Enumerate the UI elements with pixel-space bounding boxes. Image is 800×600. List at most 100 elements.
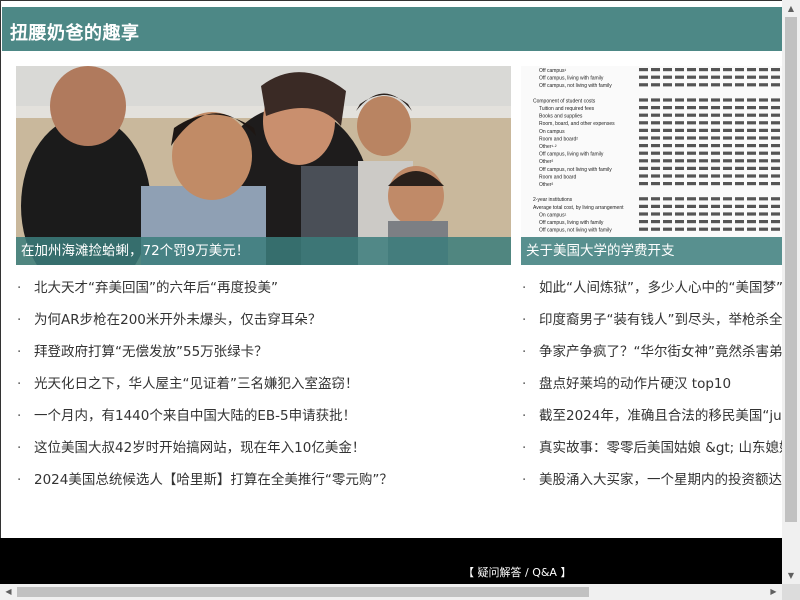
doc-cell	[663, 166, 672, 170]
article-link[interactable]: 截至2024年，准确且合法的移民美国“jump”	[539, 406, 783, 438]
doc-cell	[735, 174, 744, 178]
article-link[interactable]: 美股涌入大买家，一个星期内的投资额达	[539, 470, 782, 502]
doc-row-label: Off campus, living with family	[539, 152, 604, 158]
list-item: · 印度裔男子“装有钱人”到尽头，举枪杀全家	[522, 310, 783, 342]
vertical-scrollbar[interactable]: ▲ ▼	[782, 0, 800, 584]
article-link[interactable]: 北大天才“弃美回国”的六年后“再度投美”	[34, 278, 278, 310]
site-title[interactable]: 扭腰奶爸的趣享	[10, 19, 140, 45]
doc-cell	[687, 121, 696, 125]
doc-cell	[651, 220, 660, 224]
doc-cell	[711, 128, 720, 132]
doc-cell	[639, 75, 648, 79]
doc-cell	[675, 166, 684, 170]
doc-cell	[723, 98, 732, 102]
doc-cell	[723, 68, 732, 72]
doc-cell	[711, 227, 720, 231]
doc-cell	[771, 121, 780, 125]
doc-cell	[639, 151, 648, 155]
doc-cell	[663, 68, 672, 72]
site-footer: 【 疑问解答 / Q&A 】	[0, 538, 782, 584]
doc-cell	[651, 204, 660, 208]
doc-cell	[687, 174, 696, 178]
doc-cell	[651, 136, 660, 140]
article-link[interactable]: 拜登政府打算“无偿发放”55万张绿卡？	[34, 342, 268, 374]
doc-cell	[735, 166, 744, 170]
featured-card-beach[interactable]: 在加州海滩捡蛤蜊，72个罚9万美元！	[16, 66, 511, 265]
doc-cell	[759, 128, 768, 132]
doc-cell	[735, 121, 744, 125]
vertical-scroll-thumb[interactable]	[785, 17, 797, 522]
article-link[interactable]: 为何AR步枪在200米开外未爆头，仅击穿耳朵？	[34, 310, 321, 342]
article-link[interactable]: 盘点好莱坞的动作片硬汉 top10	[539, 374, 731, 406]
doc-cell	[735, 136, 744, 140]
doc-cell	[651, 159, 660, 163]
list-item: · 这位美国大叔42岁时开始搞网站，现在年入10亿美金！	[17, 438, 507, 470]
doc-cell	[723, 121, 732, 125]
doc-cell	[735, 68, 744, 72]
doc-cell	[651, 106, 660, 110]
doc-cell	[711, 75, 720, 79]
featured-caption-beach[interactable]: 在加州海滩捡蛤蜊，72个罚9万美元！	[16, 237, 511, 265]
doc-cell	[759, 144, 768, 148]
scroll-up-icon[interactable]: ▲	[782, 0, 800, 17]
qa-link[interactable]: 【 疑问解答 / Q&A 】	[463, 564, 571, 580]
doc-cell	[699, 174, 708, 178]
list-item: · 盘点好莱坞的动作片硬汉 top10	[522, 374, 783, 406]
doc-cell	[735, 197, 744, 201]
doc-cell	[723, 128, 732, 132]
doc-cell	[759, 106, 768, 110]
list-item: · 美股涌入大买家，一个星期内的投资额达	[522, 470, 783, 502]
doc-cell	[771, 113, 780, 117]
featured-card-tuition[interactable]: Off campus¹ Off campus, living with famil…	[521, 66, 783, 265]
doc-cell	[759, 83, 768, 87]
horizontal-scroll-thumb[interactable]	[17, 587, 589, 597]
article-link[interactable]: 这位美国大叔42岁时开始搞网站，现在年入10亿美金！	[34, 438, 365, 470]
doc-cell	[699, 227, 708, 231]
doc-cell	[711, 68, 720, 72]
doc-cell	[747, 151, 756, 155]
doc-row-label: Off campus, not living with family	[539, 83, 612, 89]
doc-cell	[747, 227, 756, 231]
scroll-left-icon[interactable]: ◀	[0, 584, 17, 600]
doc-cell	[711, 159, 720, 163]
horizontal-scrollbar[interactable]: ◀ ▶	[0, 584, 782, 600]
article-link[interactable]: 光天化日之下，华人屋主“见证着”三名嫌犯入室盗窃！	[34, 374, 359, 406]
doc-cell	[759, 212, 768, 216]
doc-cell	[723, 106, 732, 110]
doc-cell	[735, 220, 744, 224]
article-link[interactable]: 如此“人间炼狱”，多少人心中的“美国梦”	[539, 278, 783, 310]
doc-cell	[771, 212, 780, 216]
doc-cell	[747, 128, 756, 132]
doc-cell	[711, 212, 720, 216]
doc-row-label: Room and board²	[539, 136, 578, 142]
doc-cell	[663, 98, 672, 102]
bullet-icon: ·	[17, 472, 22, 488]
scroll-down-icon[interactable]: ▼	[782, 567, 800, 584]
article-link[interactable]: 印度裔男子“装有钱人”到尽头，举枪杀全家	[539, 310, 783, 342]
doc-cell	[699, 197, 708, 201]
doc-row-label: Room, board, and other expenses	[539, 121, 615, 127]
article-link[interactable]: 2024美国总统候选人【哈里斯】打算在全美推行“零元购”？	[34, 470, 393, 502]
bullet-icon: ·	[522, 280, 527, 296]
doc-cell	[663, 83, 672, 87]
article-link[interactable]: 争家产争疯了？“华尔街女神”竟然杀害弟弟	[539, 342, 783, 374]
doc-cell	[675, 128, 684, 132]
doc-cell	[651, 166, 660, 170]
doc-cell	[711, 98, 720, 102]
doc-cell	[711, 174, 720, 178]
doc-cell	[771, 166, 780, 170]
doc-cell	[759, 159, 768, 163]
article-link[interactable]: 真实故事：零零后美国姑娘 &gt; 山东媳妇	[539, 438, 783, 470]
doc-cell	[675, 68, 684, 72]
article-link[interactable]: 一个月内，有1440个来自中国大陆的EB-5申请获批！	[34, 406, 356, 438]
doc-cell	[723, 136, 732, 140]
featured-caption-tuition[interactable]: 关于美国大学的学费开支	[521, 237, 783, 265]
doc-cell	[651, 182, 660, 186]
scroll-right-icon[interactable]: ▶	[765, 584, 782, 600]
doc-cell	[723, 174, 732, 178]
doc-cell	[639, 144, 648, 148]
doc-cell	[747, 121, 756, 125]
doc-cell	[651, 151, 660, 155]
bullet-icon: ·	[17, 312, 22, 328]
doc-cell	[687, 83, 696, 87]
